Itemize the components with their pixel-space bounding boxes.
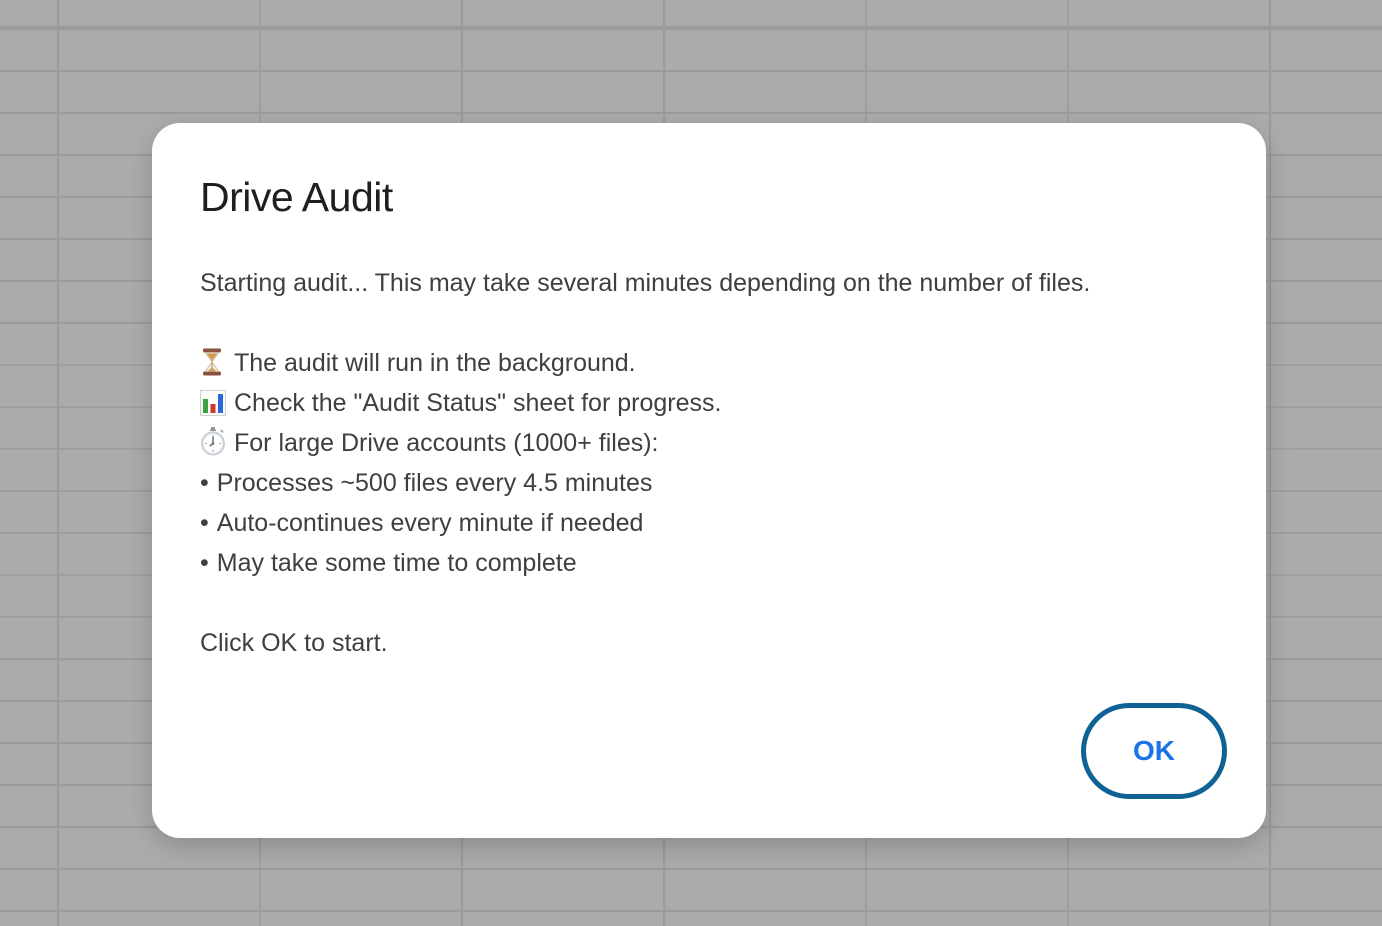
blank-line [200,583,1218,623]
dialog-body: Starting audit... This may take several … [200,263,1218,663]
hourglass-icon [200,348,227,376]
bullet-text: Processes ~500 files every 4.5 minutes [217,469,653,497]
bullet-item: • Processes ~500 files every 4.5 minutes [200,463,1218,503]
bullet-text: Auto-continues every minute if needed [217,509,644,537]
info-line-text: For large Drive accounts (1000+ files): [234,429,659,457]
bullet-text: May take some time to complete [217,549,577,577]
bullet-item: • May take some time to complete [200,543,1218,583]
bullet-marker: • [200,463,209,503]
bullet-marker: • [200,543,209,583]
bar-chart-icon [200,390,227,416]
dialog-title: Drive Audit [200,173,1218,222]
intro-text: Starting audit... This may take several … [200,263,1218,303]
info-line-large-accounts: For large Drive accounts (1000+ files): [200,423,1218,463]
drive-audit-dialog: Drive Audit Starting audit... This may t… [152,123,1266,838]
info-line-status-sheet: Check the "Audit Status" sheet for progr… [200,383,1218,423]
info-line-text: The audit will run in the background. [234,349,636,377]
info-line-background: The audit will run in the background. [200,343,1218,383]
bullet-marker: • [200,503,209,543]
info-line-text: Check the "Audit Status" sheet for progr… [234,389,721,417]
stopwatch-icon [200,427,227,456]
footer-text: Click OK to start. [200,623,1218,663]
ok-button[interactable]: OK [1081,703,1227,799]
bullet-item: • Auto-continues every minute if needed [200,503,1218,543]
blank-line [200,303,1218,343]
